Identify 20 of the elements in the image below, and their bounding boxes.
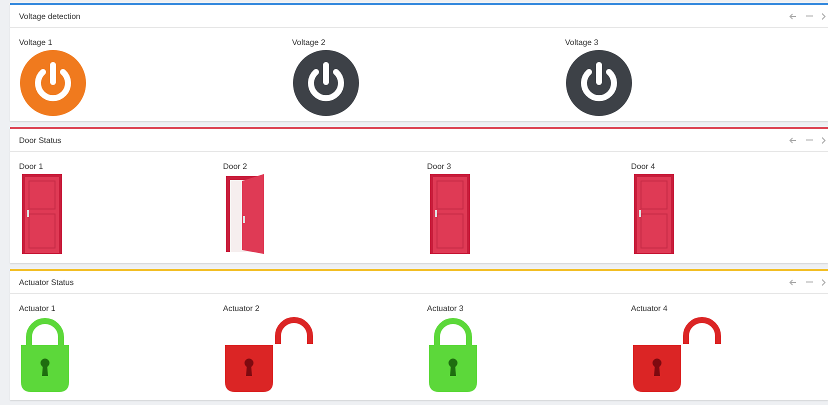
minimize-icon[interactable] <box>806 15 813 17</box>
item-label: Actuator 1 <box>19 304 56 313</box>
item-label: Door 1 <box>19 162 44 171</box>
panel-title: Door Status <box>19 136 62 144</box>
item-label: Actuator 2 <box>223 304 260 313</box>
arrow-left-icon[interactable] <box>789 278 797 286</box>
item-label: Voltage 3 <box>565 38 598 47</box>
arrow-left-icon[interactable] <box>789 12 797 20</box>
minimize-icon[interactable] <box>806 139 813 141</box>
item-label: Voltage 2 <box>292 38 326 47</box>
minimize-icon[interactable] <box>806 281 813 283</box>
item-label: Door 3 <box>427 162 452 171</box>
item-label: Door 2 <box>223 162 248 171</box>
item-label: Voltage 1 <box>19 38 52 47</box>
panel-title: Voltage detection <box>19 12 80 20</box>
item-label: Door 4 <box>631 162 656 171</box>
item-label: Actuator 4 <box>631 304 668 313</box>
item-label: Actuator 3 <box>427 304 464 313</box>
panel-title: Actuator Status <box>19 278 74 286</box>
arrow-left-icon[interactable] <box>789 136 797 144</box>
